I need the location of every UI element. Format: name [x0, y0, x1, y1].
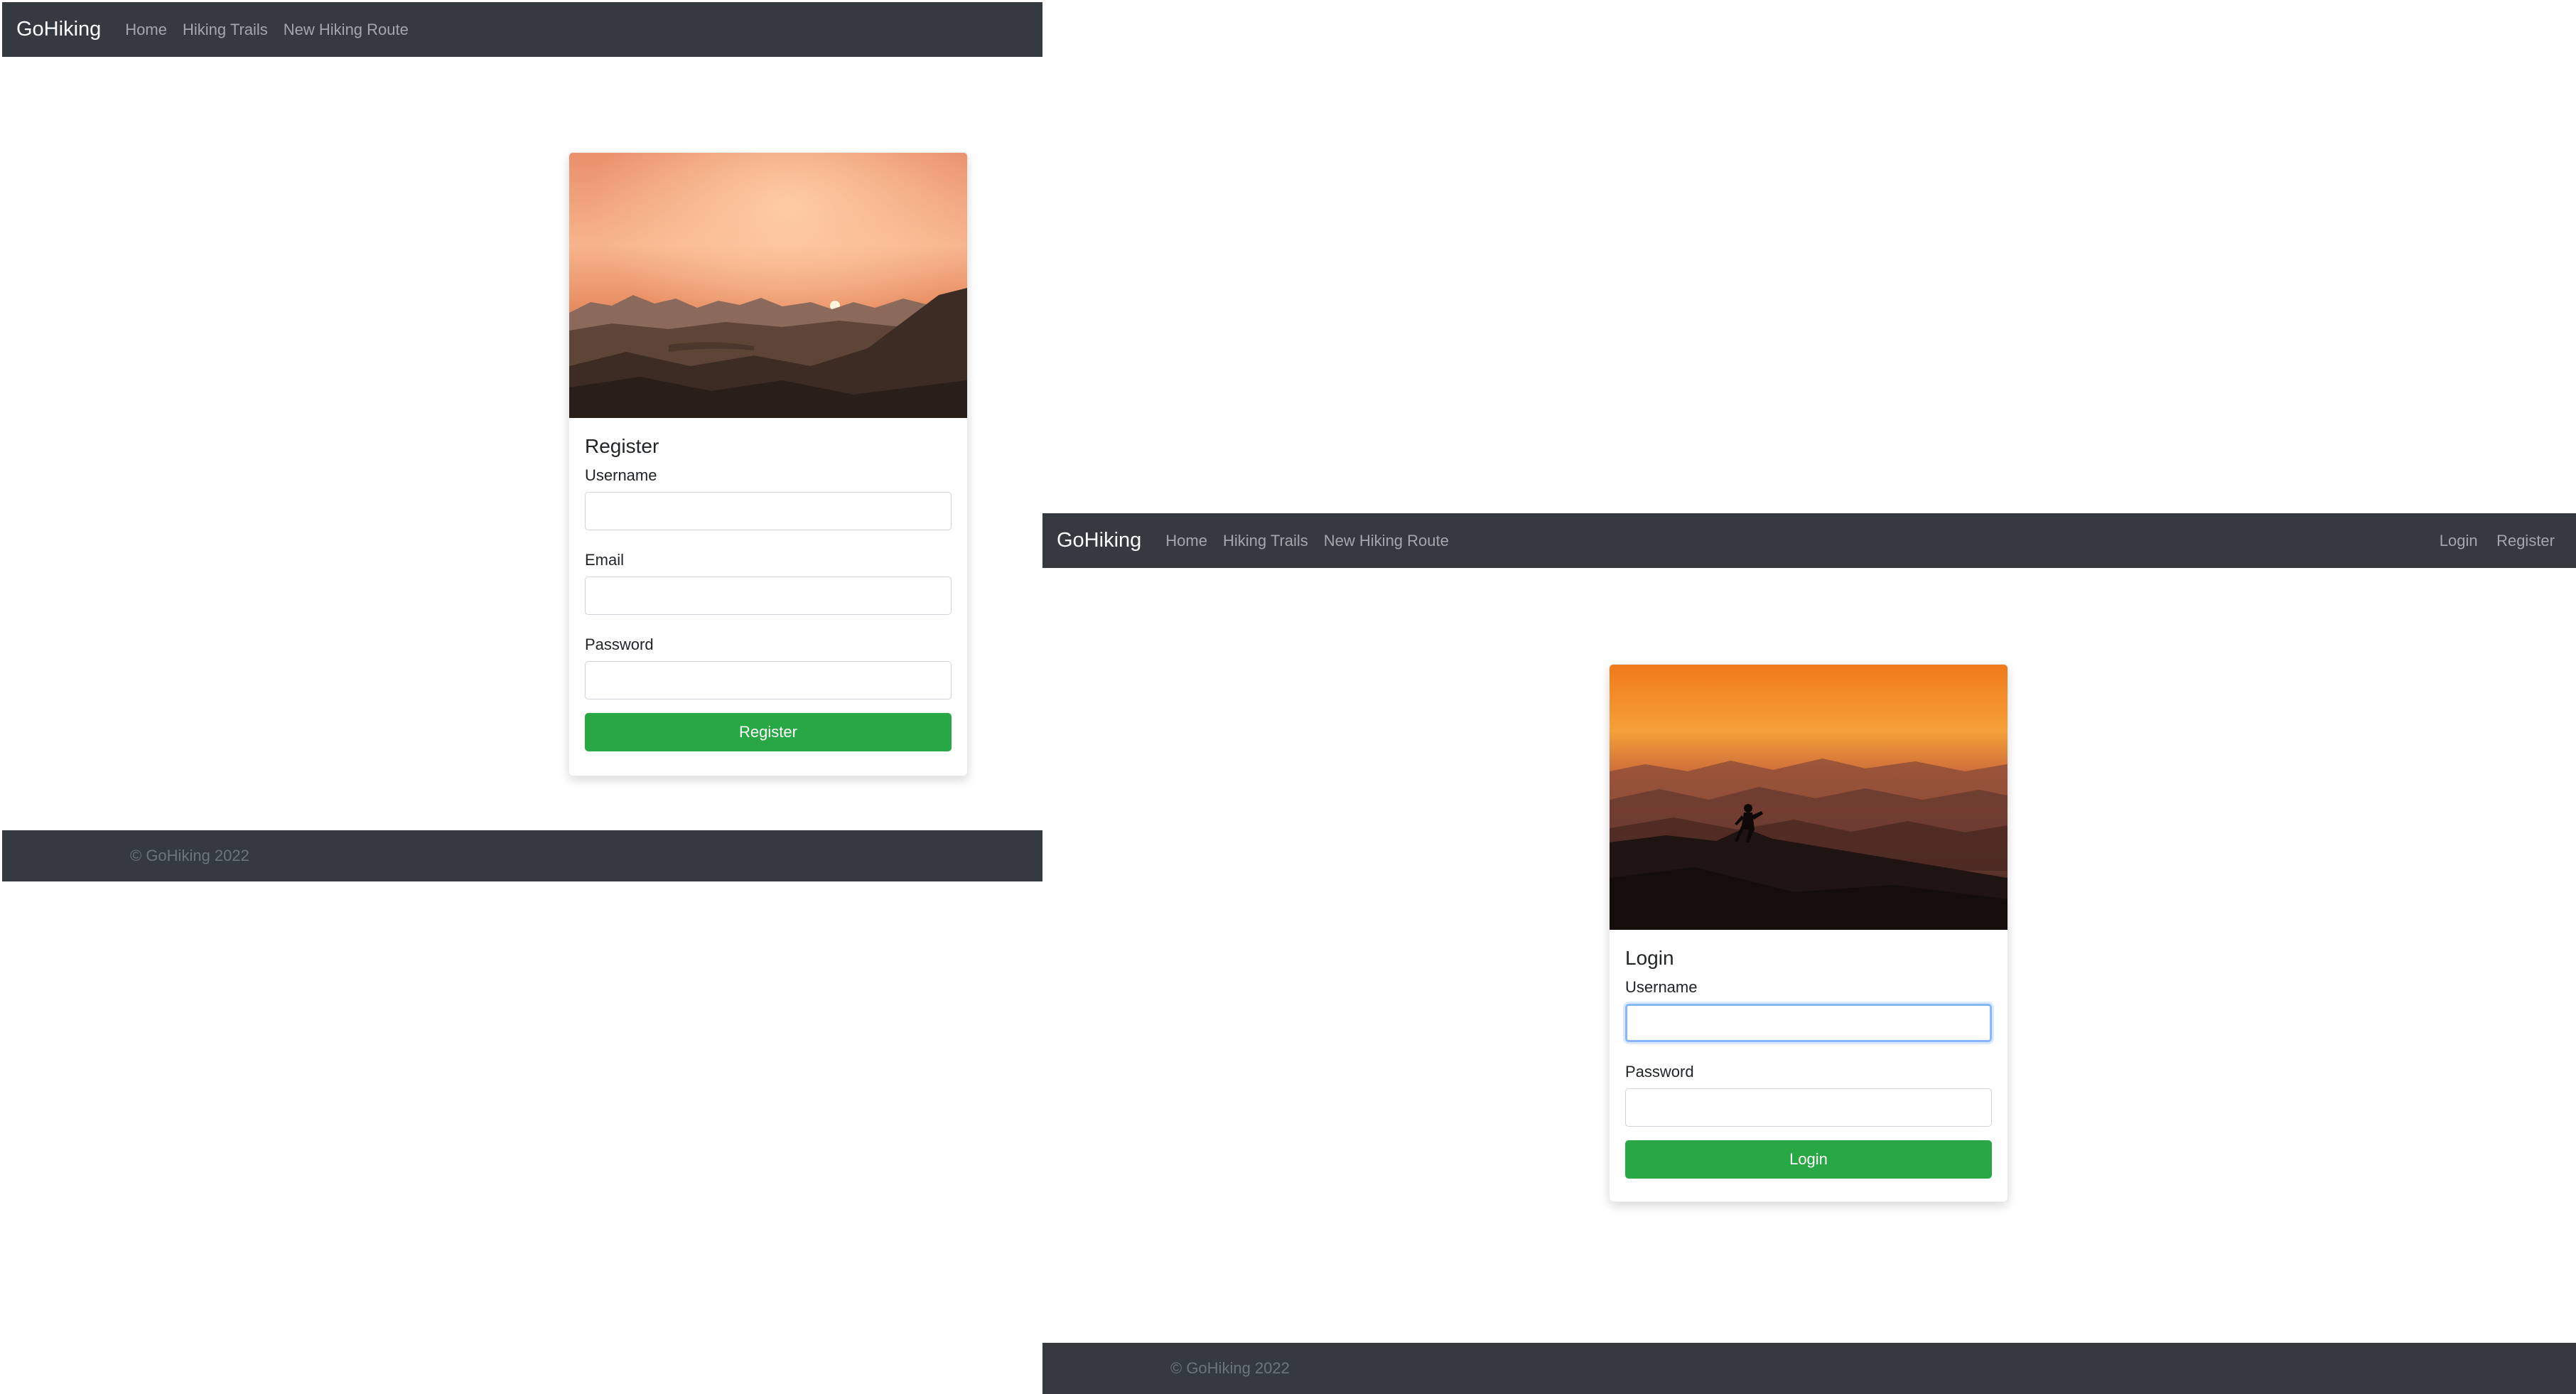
nav-home[interactable]: Home — [1165, 532, 1207, 550]
footer-copyright: © GoHiking 2022 — [1170, 1359, 1290, 1377]
brand-logo[interactable]: GoHiking — [1057, 529, 1141, 552]
nav-hiking-trails[interactable]: Hiking Trails — [183, 21, 268, 39]
brand-logo[interactable]: GoHiking — [16, 18, 101, 41]
footer: © GoHiking 2022 — [1042, 1343, 2576, 1394]
login-screen: GoHiking Home Hiking Trails New Hiking R… — [1042, 513, 2576, 1394]
footer: © GoHiking 2022 — [2, 830, 1042, 881]
navbar: GoHiking Home Hiking Trails New Hiking R… — [1042, 513, 2576, 568]
register-form: Register Username Email Password Registe… — [569, 418, 967, 751]
login-form: Login Username Password Login — [1610, 930, 2008, 1179]
nav-register[interactable]: Register — [2496, 532, 2555, 549]
password-input[interactable] — [1625, 1088, 1992, 1127]
username-input[interactable] — [1625, 1004, 1992, 1042]
sunset-desert-image — [569, 153, 967, 418]
email-label: Email — [585, 551, 625, 569]
nav-new-hiking-route[interactable]: New Hiking Route — [1324, 532, 1449, 550]
hiker-sunset-image — [1610, 665, 2008, 930]
register-title: Register — [585, 435, 659, 457]
password-label: Password — [585, 636, 654, 653]
footer-copyright: © GoHiking 2022 — [130, 847, 249, 864]
login-button[interactable]: Login — [1625, 1140, 1992, 1179]
username-input[interactable] — [585, 492, 952, 530]
register-card: Register Username Email Password Registe… — [568, 152, 968, 776]
nav-new-hiking-route[interactable]: New Hiking Route — [284, 21, 409, 39]
navbar: GoHiking Home Hiking Trails New Hiking R… — [2, 2, 1042, 57]
login-title: Login — [1625, 947, 1674, 969]
nav-right: Login Register — [2440, 532, 2555, 550]
nav-login[interactable]: Login — [2440, 532, 2478, 549]
nav-home[interactable]: Home — [125, 21, 167, 39]
nav-hiking-trails[interactable]: Hiking Trails — [1223, 532, 1308, 550]
username-label: Username — [585, 466, 657, 484]
username-label: Username — [1625, 978, 1698, 996]
register-button[interactable]: Register — [585, 713, 952, 751]
register-screen: GoHiking Home Hiking Trails New Hiking R… — [2, 2, 1042, 881]
email-input[interactable] — [585, 577, 952, 615]
password-label: Password — [1625, 1063, 1694, 1081]
login-card: Login Username Password Login — [1609, 664, 2008, 1202]
password-input[interactable] — [585, 661, 952, 699]
